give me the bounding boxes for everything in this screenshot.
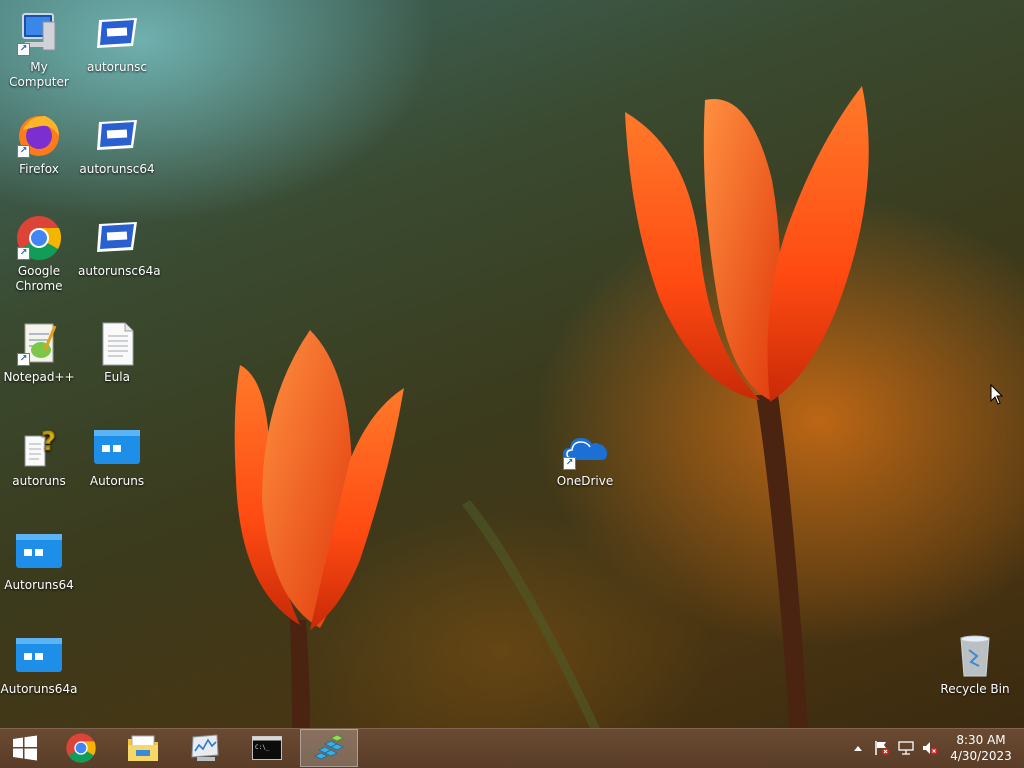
icon-label: Autoruns <box>89 474 145 488</box>
icon-label: autoruns <box>12 474 66 488</box>
icon-label: Recycle Bin <box>940 682 1010 696</box>
autoruns-app-icon <box>93 424 141 472</box>
desktop-icon-onedrive[interactable]: ↗ OneDrive <box>546 424 624 489</box>
autoruns-app-icon <box>15 528 63 576</box>
icon-label: OneDrive <box>556 474 614 488</box>
shortcut-arrow-icon: ↗ <box>563 457 576 470</box>
taskbar-file-explorer-button[interactable] <box>114 729 172 767</box>
computer-icon: ↗ <box>15 10 63 58</box>
desktop-icon-google-chrome[interactable]: ↗ Google Chrome <box>0 214 78 294</box>
firefox-icon: ↗ <box>15 112 63 160</box>
file-explorer-icon <box>128 735 158 761</box>
desktop-icon-autoruns-help[interactable]: ? autoruns <box>0 424 78 489</box>
start-button[interactable] <box>0 729 50 767</box>
network-icon[interactable] <box>898 740 914 756</box>
console-app-icon <box>93 214 141 262</box>
taskbar-chrome-button[interactable] <box>52 729 110 767</box>
desktop-icon-autorunsc[interactable]: autorunsc <box>78 10 156 75</box>
desktop-icon-autoruns[interactable]: Autoruns <box>78 424 156 489</box>
chrome-icon: ↗ <box>15 214 63 262</box>
clock[interactable]: 8:30 AM 4/30/2023 <box>946 732 1016 764</box>
taskbar-registry-editor-button[interactable] <box>300 729 358 767</box>
icon-label: Google Chrome <box>15 264 63 293</box>
taskbar-command-prompt-button[interactable]: C:\_ <box>238 729 296 767</box>
clock-date: 4/30/2023 <box>950 749 1012 763</box>
desktop-icon-autoruns64a[interactable]: Autoruns64a <box>0 632 78 697</box>
registry-editor-icon <box>314 734 344 760</box>
icon-label: autorunsc <box>87 60 147 74</box>
resource-monitor-icon <box>191 734 219 761</box>
shortcut-arrow-icon: ↗ <box>17 145 30 158</box>
icon-label: Eula <box>104 370 130 384</box>
svg-text:C:\_: C:\_ <box>255 744 270 751</box>
windows-logo-icon <box>13 735 37 761</box>
console-app-icon <box>93 10 141 58</box>
taskbar: C:\_ 8:30 AM 4/30/2023 <box>0 728 1024 768</box>
notepadpp-icon: ↗ <box>15 320 63 368</box>
recycle-bin-icon <box>951 632 999 680</box>
command-prompt-icon: C:\_ <box>252 736 282 760</box>
console-app-icon <box>93 112 141 160</box>
icon-label: Autoruns64a <box>0 682 78 696</box>
shortcut-arrow-icon: ↗ <box>17 247 30 260</box>
desktop-icon-firefox[interactable]: ↗ Firefox <box>0 112 78 177</box>
volume-muted-icon[interactable] <box>922 740 938 756</box>
show-hidden-icons-arrow[interactable] <box>850 740 866 756</box>
onedrive-icon: ↗ <box>561 424 609 472</box>
taskbar-resource-monitor-button[interactable] <box>176 729 234 767</box>
desktop-icon-autorunsc64a[interactable]: autorunsc64a <box>78 214 161 279</box>
icon-label: Firefox <box>19 162 59 176</box>
desktop-icon-eula[interactable]: Eula <box>78 320 156 385</box>
desktop-icon-notepadpp[interactable]: ↗ Notepad++ <box>0 320 78 385</box>
icon-label: Notepad++ <box>3 370 75 384</box>
desktop-icon-my-computer[interactable]: ↗ My Computer <box>0 10 78 90</box>
icon-label: My Computer <box>9 60 69 89</box>
help-file-icon: ? <box>15 424 63 472</box>
desktop-icon-recycle-bin[interactable]: Recycle Bin <box>936 632 1014 697</box>
clock-time: 8:30 AM <box>956 733 1006 747</box>
desktop-icon-autoruns64[interactable]: Autoruns64 <box>0 528 78 593</box>
text-file-icon <box>93 320 141 368</box>
icon-label: autorunsc64 <box>79 162 155 176</box>
shortcut-arrow-icon: ↗ <box>17 353 30 366</box>
icon-label: autorunsc64a <box>78 264 161 278</box>
chrome-icon <box>66 733 96 763</box>
mouse-cursor-icon <box>990 384 1004 405</box>
desktop-icon-autorunsc64[interactable]: autorunsc64 <box>78 112 156 177</box>
svg-text:?: ? <box>41 427 56 457</box>
icon-label: Autoruns64 <box>4 578 74 592</box>
autoruns-app-icon <box>15 632 63 680</box>
shortcut-arrow-icon: ↗ <box>17 43 30 56</box>
action-center-flag-icon[interactable] <box>874 740 890 756</box>
